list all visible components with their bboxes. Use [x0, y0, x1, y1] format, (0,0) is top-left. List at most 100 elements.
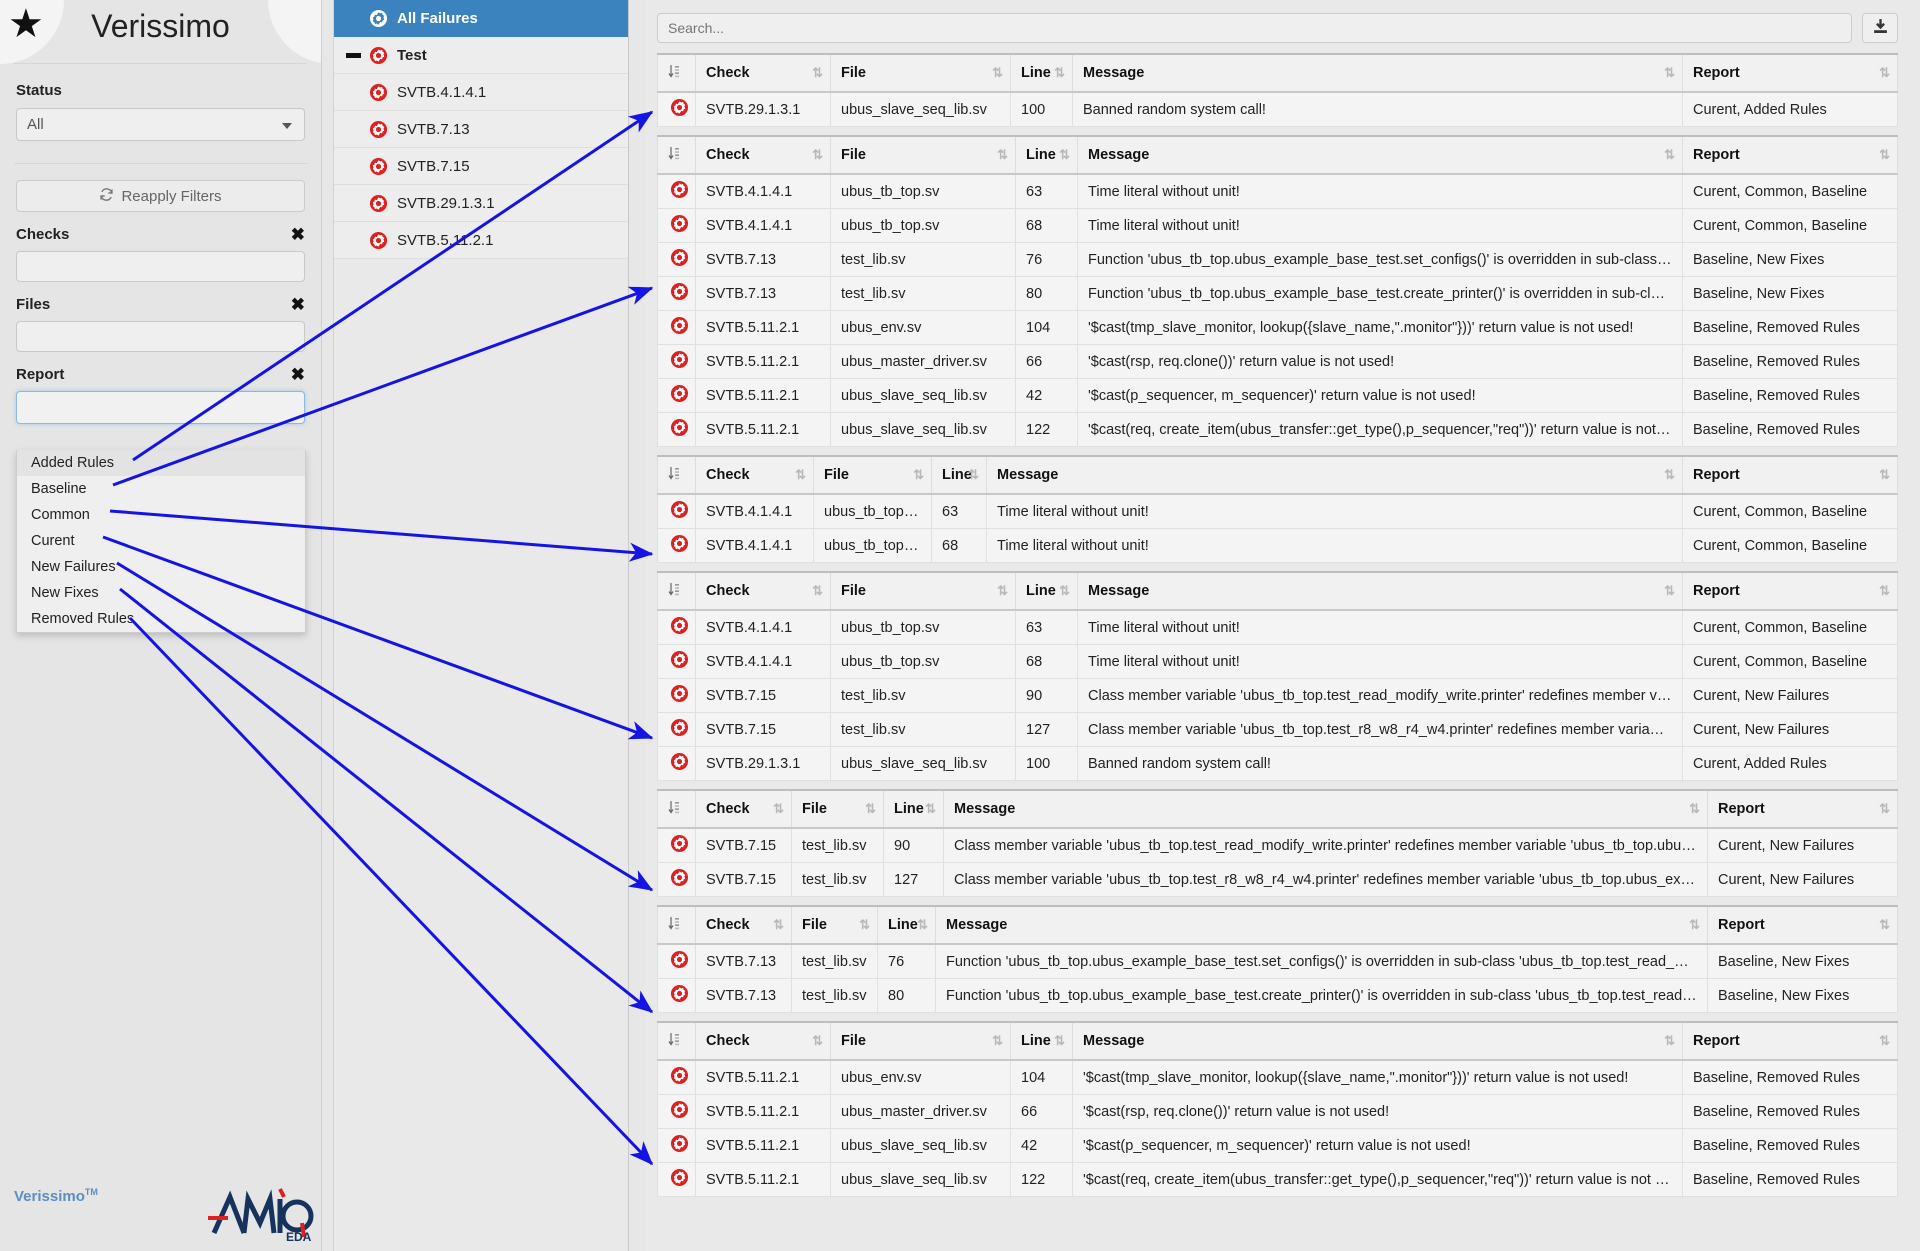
sort-icon[interactable]: ⇅ — [812, 147, 823, 163]
checks-clear-icon[interactable]: ✖ — [291, 226, 305, 243]
report-option-common[interactable]: Common — [17, 502, 305, 528]
table-row[interactable]: SVTB.7.13 test_lib.sv 80 Function 'ubus_tb_… — [657, 978, 1898, 1013]
column-header-report[interactable]: Report ⇅ — [1707, 905, 1898, 945]
table-row[interactable]: SVTB.7.13 test_lib.sv 76 Function 'ubus_tb_… — [657, 943, 1898, 979]
sort-icon[interactable]: ⇅ — [1879, 467, 1890, 483]
column-header-line[interactable]: Line ⇅ — [931, 455, 987, 495]
column-header-file[interactable]: File ⇅ — [830, 571, 1016, 611]
files-input[interactable] — [16, 321, 305, 352]
sort-icon[interactable]: ⇅ — [1879, 917, 1890, 933]
column-header-check[interactable]: Check ⇅ — [695, 53, 831, 93]
sort-icon[interactable]: ⇅ — [812, 65, 823, 81]
column-header-report[interactable]: Report ⇅ — [1682, 135, 1898, 175]
sort-icon[interactable]: ⇅ — [1689, 917, 1700, 933]
sort-icon[interactable]: ⇅ — [1059, 583, 1070, 599]
sort-icon[interactable]: ⇅ — [773, 801, 784, 817]
sort-icon[interactable]: ⇅ — [1664, 147, 1675, 163]
table-row[interactable]: SVTB.7.15 test_lib.sv 127 Class member vari… — [657, 862, 1898, 897]
tree-item-svtb-29-1-3-1[interactable]: SVTB.29.1.3.1 — [334, 185, 628, 222]
sort-icon[interactable]: ⇅ — [1689, 801, 1700, 817]
column-header-status[interactable] — [657, 135, 696, 175]
column-header-message[interactable]: Message ⇅ — [943, 789, 1708, 829]
report-option-new-failures[interactable]: New Failures — [17, 554, 305, 580]
column-header-message[interactable]: Message ⇅ — [1077, 135, 1683, 175]
sort-icon[interactable]: ⇅ — [1879, 65, 1890, 81]
sort-icon[interactable]: ⇅ — [1879, 147, 1890, 163]
column-header-status[interactable] — [657, 905, 696, 945]
column-header-check[interactable]: Check ⇅ — [695, 135, 831, 175]
column-header-status[interactable] — [657, 455, 696, 495]
column-header-report[interactable]: Report ⇅ — [1707, 789, 1898, 829]
column-header-check[interactable]: Check ⇅ — [695, 571, 831, 611]
sort-icon[interactable]: ⇅ — [1664, 467, 1675, 483]
column-header-file[interactable]: File ⇅ — [830, 1021, 1011, 1061]
sort-icon[interactable]: ⇅ — [1879, 1033, 1890, 1049]
table-row[interactable]: SVTB.5.11.2.1 ubus_master_driver.sv 66 '$ca… — [657, 344, 1898, 379]
sort-icon[interactable]: ⇅ — [925, 801, 936, 817]
column-header-status[interactable] — [657, 1021, 696, 1061]
table-row[interactable]: SVTB.4.1.4.1 ubus_tb_top.sv 68 Time literal… — [657, 528, 1898, 563]
tree-item-all-failures[interactable]: All Failures — [334, 0, 628, 37]
column-header-status[interactable] — [657, 789, 696, 829]
column-header-check[interactable]: Check ⇅ — [695, 455, 814, 495]
table-row[interactable]: SVTB.5.11.2.1 ubus_slave_seq_lib.sv 122 '$c… — [657, 412, 1898, 447]
sort-icon[interactable]: ⇅ — [1879, 583, 1890, 599]
sort-icon[interactable]: ⇅ — [1664, 1033, 1675, 1049]
table-row[interactable]: SVTB.7.13 test_lib.sv 76 Function 'ubus_tb_… — [657, 242, 1898, 277]
table-row[interactable]: SVTB.5.11.2.1 ubus_env.sv 104 '$cast(tmp_sl… — [657, 1059, 1898, 1095]
column-header-check[interactable]: Check ⇅ — [695, 789, 792, 829]
column-header-report[interactable]: Report ⇅ — [1682, 571, 1898, 611]
sort-status-icon[interactable] — [668, 467, 680, 483]
column-header-file[interactable]: File ⇅ — [830, 135, 1016, 175]
sort-icon[interactable]: ⇅ — [1059, 147, 1070, 163]
table-row[interactable]: SVTB.5.11.2.1 ubus_env.sv 104 '$cast(tmp_sl… — [657, 310, 1898, 345]
tree-item-svtb-5-11-2-1[interactable]: SVTB.5.11.2.1 — [334, 222, 628, 259]
failure-tree-panel[interactable]: All Failures Test SVTB.4.1.4.1 SVTB.7.13 SVT… — [333, 0, 629, 1251]
table-row[interactable]: SVTB.5.11.2.1 ubus_slave_seq_lib.sv 122 '$c… — [657, 1162, 1898, 1197]
sort-status-icon[interactable] — [668, 801, 680, 817]
column-header-message[interactable]: Message ⇅ — [1072, 1021, 1683, 1061]
column-header-message[interactable]: Message ⇅ — [935, 905, 1708, 945]
dashboard-corner[interactable] — [268, 0, 321, 64]
download-button[interactable] — [1862, 13, 1898, 43]
column-header-line[interactable]: Line ⇅ — [1010, 1021, 1073, 1061]
sort-icon[interactable]: ⇅ — [795, 467, 806, 483]
column-header-check[interactable]: Check ⇅ — [695, 905, 792, 945]
column-header-report[interactable]: Report ⇅ — [1682, 53, 1898, 93]
report-option-added-rules[interactable]: Added Rules — [17, 450, 305, 476]
column-header-message[interactable]: Message ⇅ — [1072, 53, 1683, 93]
sort-icon[interactable]: ⇅ — [812, 1033, 823, 1049]
sort-status-icon[interactable] — [668, 917, 680, 933]
sort-icon[interactable]: ⇅ — [1054, 1033, 1065, 1049]
column-header-file[interactable]: File ⇅ — [791, 789, 884, 829]
tree-item-svtb-7-13[interactable]: SVTB.7.13 — [334, 111, 628, 148]
column-header-status[interactable] — [657, 571, 696, 611]
table-row[interactable]: SVTB.7.13 test_lib.sv 80 Function 'ubus_tb_… — [657, 276, 1898, 311]
column-header-line[interactable]: Line ⇅ — [1015, 571, 1078, 611]
table-row[interactable]: SVTB.4.1.4.1 ubus_tb_top.sv 63 Time literal… — [657, 173, 1898, 209]
sort-icon[interactable]: ⇅ — [773, 917, 784, 933]
column-header-line[interactable]: Line ⇅ — [1015, 135, 1078, 175]
table-row[interactable]: SVTB.5.11.2.1 ubus_master_driver.sv 66 '$ca… — [657, 1094, 1898, 1129]
tree-item-svtb-4-1-4-1[interactable]: SVTB.4.1.4.1 — [334, 74, 628, 111]
sort-icon[interactable]: ⇅ — [1664, 65, 1675, 81]
tree-item-svtb-7-15[interactable]: SVTB.7.15 — [334, 148, 628, 185]
table-row[interactable]: SVTB.29.1.3.1 ubus_slave_seq_lib.sv 100 Ban… — [657, 746, 1898, 781]
column-header-status[interactable] — [657, 53, 696, 93]
collapse-icon[interactable] — [346, 52, 361, 58]
search-input[interactable] — [657, 13, 1852, 43]
reapply-filters-button[interactable]: Reapply Filters — [16, 180, 305, 212]
column-header-file[interactable]: File ⇅ — [791, 905, 878, 945]
sort-icon[interactable]: ⇅ — [997, 583, 1008, 599]
report-input[interactable] — [16, 391, 305, 424]
report-option-removed-rules[interactable]: Removed Rules — [17, 606, 305, 632]
table-row[interactable]: SVTB.4.1.4.1 ubus_tb_top.sv 68 Time literal… — [657, 644, 1898, 679]
column-header-report[interactable]: Report ⇅ — [1682, 455, 1898, 495]
report-option-baseline[interactable]: Baseline — [17, 476, 305, 502]
table-row[interactable]: SVTB.5.11.2.1 ubus_slave_seq_lib.sv 42 '$ca… — [657, 1128, 1898, 1163]
column-header-line[interactable]: Line ⇅ — [1010, 53, 1073, 93]
sort-status-icon[interactable] — [668, 1033, 680, 1049]
sort-icon[interactable]: ⇅ — [1054, 65, 1065, 81]
report-options-dropdown[interactable]: Added Rules Baseline Common Curent New Failu… — [16, 450, 306, 633]
column-header-check[interactable]: Check ⇅ — [695, 1021, 831, 1061]
